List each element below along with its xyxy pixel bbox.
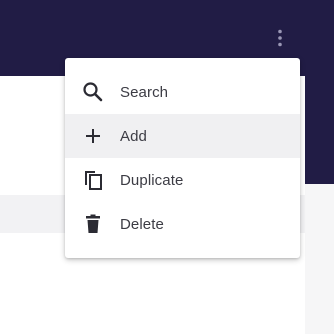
menu-list: Search Add Duplicate Delete — [65, 70, 300, 246]
menu-item-label: Duplicate — [120, 171, 184, 189]
plus-icon — [81, 124, 105, 148]
menu-item-duplicate[interactable]: Duplicate — [65, 158, 300, 202]
search-icon — [81, 80, 105, 104]
menu-item-add[interactable]: Add — [65, 114, 300, 158]
menu-item-label: Search — [120, 83, 169, 101]
menu-item-label: Add — [120, 127, 147, 145]
duplicate-icon — [81, 168, 105, 192]
menu-item-delete[interactable]: Delete — [65, 202, 300, 246]
trash-icon — [81, 212, 105, 236]
more-options-button[interactable] — [270, 26, 290, 50]
context-menu: Search Add Duplicate Delete — [65, 58, 300, 258]
more-vert-icon — [278, 29, 282, 47]
menu-item-label: Delete — [120, 215, 164, 233]
menu-item-search[interactable]: Search — [65, 70, 300, 114]
